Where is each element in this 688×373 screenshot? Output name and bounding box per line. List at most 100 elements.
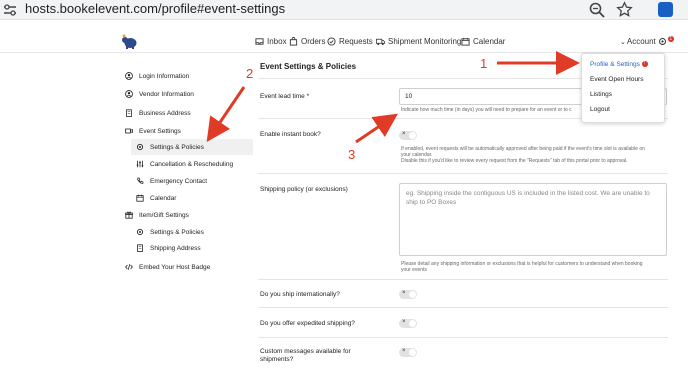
nav-inbox-label: Inbox [267,37,287,46]
sidebar-item-event-settings-policies[interactable]: Settings & Policies [131,139,253,155]
menu-item-event-open-hours[interactable]: Event Open Hours [590,76,643,83]
expedited-shipping-label: Do you offer expedited shipping? [260,320,355,327]
instant-book-toggle[interactable]: × [399,131,417,140]
toggle-off-icon: × [402,319,406,325]
annotation-number-2: 2 [246,66,254,81]
calendar-icon [136,194,144,202]
annotation-number-1: 1 [480,56,488,71]
account-dropdown: Profile & Settings! Event Open Hours Lis… [581,53,665,123]
sidebar-item-label: Business Address [139,109,191,117]
sidebar-item-label: Settings & Policies [150,143,204,151]
app-header: Inbox Orders Requests Shipment Monitorin… [0,21,688,53]
star-icon[interactable] [616,1,633,18]
account-label: Account [626,37,656,46]
custom-messages-label-1: Custom messages available for [260,348,351,355]
profile-alert-badge: ! [641,61,648,68]
divider [258,307,668,308]
logo-icon[interactable] [121,33,138,50]
menu-item-profile-label: Profile & Settings [590,61,640,68]
lead-time-label: Event lead time * [260,93,310,100]
nav-requests-label: Requests [339,37,373,46]
instant-book-label: Enable instant book? [260,131,321,138]
nav-orders-label: Orders [301,37,326,46]
sidebar-item-embed-host-badge[interactable]: Embed Your Host Badge [125,263,210,271]
nav-shipment-monitoring[interactable]: Shipment Monitoring [376,37,461,46]
gear-icon [658,38,666,45]
page-title: Event Settings & Policies [260,62,357,71]
zoom-icon[interactable] [589,2,605,18]
calendar-icon [461,37,470,46]
custom-messages-label-2: shipments? [260,356,294,363]
annotation-arrow-3 [355,113,398,144]
nav-shipment-label: Shipment Monitoring [388,37,462,46]
sliders-icon [136,160,144,168]
sidebar-item-vendor-information[interactable]: Vendor Information [125,90,194,98]
nav-inbox[interactable]: Inbox [255,37,287,46]
divider [258,337,668,338]
nav-calendar[interactable]: Calendar [461,37,505,46]
sidebar-item-label: Emergency Contact [150,177,208,185]
nav-calendar-label: Calendar [473,37,506,46]
building-icon [137,244,143,252]
sidebar-item-label: Event Settings [139,127,181,135]
nav-orders[interactable]: Orders [289,37,325,46]
shipping-policy-textarea[interactable]: eg. Shipping inside the contiguous US is… [399,183,667,256]
account-menu-button[interactable]: ⌄ Account 1 [620,36,674,46]
instant-book-helper-1: If enabled, event requests will be autom… [401,146,645,152]
tune-icon[interactable] [3,3,17,17]
building-icon [126,109,132,117]
sidebar-item-business-address[interactable]: Business Address [125,109,191,117]
sidebar-item-label: Login Information [139,72,190,80]
divider [258,279,668,280]
gift-icon [125,211,133,219]
sidebar-item-label: Cancellation & Rescheduling [150,160,234,168]
menu-item-profile-settings[interactable]: Profile & Settings! [590,61,648,68]
sidebar-item-label: Item/Gift Settings [139,211,189,219]
extension-icon[interactable] [658,2,673,17]
custom-messages-toggle[interactable]: × [399,348,417,357]
account-badge: 1 [667,36,674,42]
sidebar-item-login-information[interactable]: Login Information [125,72,189,80]
user-circle-icon [125,90,133,98]
sidebar-item-cancellation-rescheduling[interactable]: Cancellation & Rescheduling [136,160,233,168]
toggle-knob [409,349,416,356]
sidebar-item-emergency-contact[interactable]: Emergency Contact [136,177,207,185]
toggle-knob [409,320,416,327]
requests-icon [327,37,336,46]
sidebar-item-item-gift-settings[interactable]: Item/Gift Settings [125,211,189,219]
shipping-policy-helper-2: your events [401,267,427,273]
annotation-number-3: 3 [348,147,356,162]
ship-international-toggle[interactable]: × [399,290,417,299]
sidebar-item-label: Calendar [150,194,177,202]
sidebar-item-event-settings[interactable]: Event Settings [125,127,181,135]
instant-book-helper-3: Disable this if you'd like to review eve… [401,158,628,164]
gear-icon [136,228,144,236]
url-text[interactable]: hosts.bookelevent.com/profile#event-sett… [25,1,285,16]
truck-icon [376,38,385,46]
sidebar-item-label: Embed Your Host Badge [139,263,211,271]
toggle-off-icon: × [402,348,406,354]
toggle-off-icon: × [402,290,406,296]
sidebar-item-calendar[interactable]: Calendar [136,194,176,202]
sidebar-item-gift-settings-policies[interactable]: Settings & Policies [136,228,204,236]
menu-item-logout[interactable]: Logout [590,106,610,113]
video-icon [125,128,133,134]
gear-icon [136,143,144,151]
menu-item-listings[interactable]: Listings [590,91,612,98]
ship-international-label: Do you ship internationally? [260,291,340,298]
nav-requests[interactable]: Requests [327,37,373,46]
divider [258,173,668,174]
expedited-shipping-toggle[interactable]: × [399,319,417,328]
sidebar-item-shipping-address[interactable]: Shipping Address [136,244,201,252]
toggle-knob [409,132,416,139]
code-icon [125,264,133,270]
bag-icon [289,37,298,46]
sidebar-item-label: Settings & Policies [150,228,204,236]
shipping-policy-helper-1: Please detail any shipping information o… [401,261,643,267]
chevron-down-icon: ⌄ [620,38,626,46]
sidebar-item-label: Vendor Information [139,90,194,98]
phone-icon [137,177,144,184]
browser-bar: hosts.bookelevent.com/profile#event-sett… [0,0,688,20]
lead-time-helper: Indicate how much time (in days) you wil… [401,107,572,113]
toggle-off-icon: × [402,131,406,137]
